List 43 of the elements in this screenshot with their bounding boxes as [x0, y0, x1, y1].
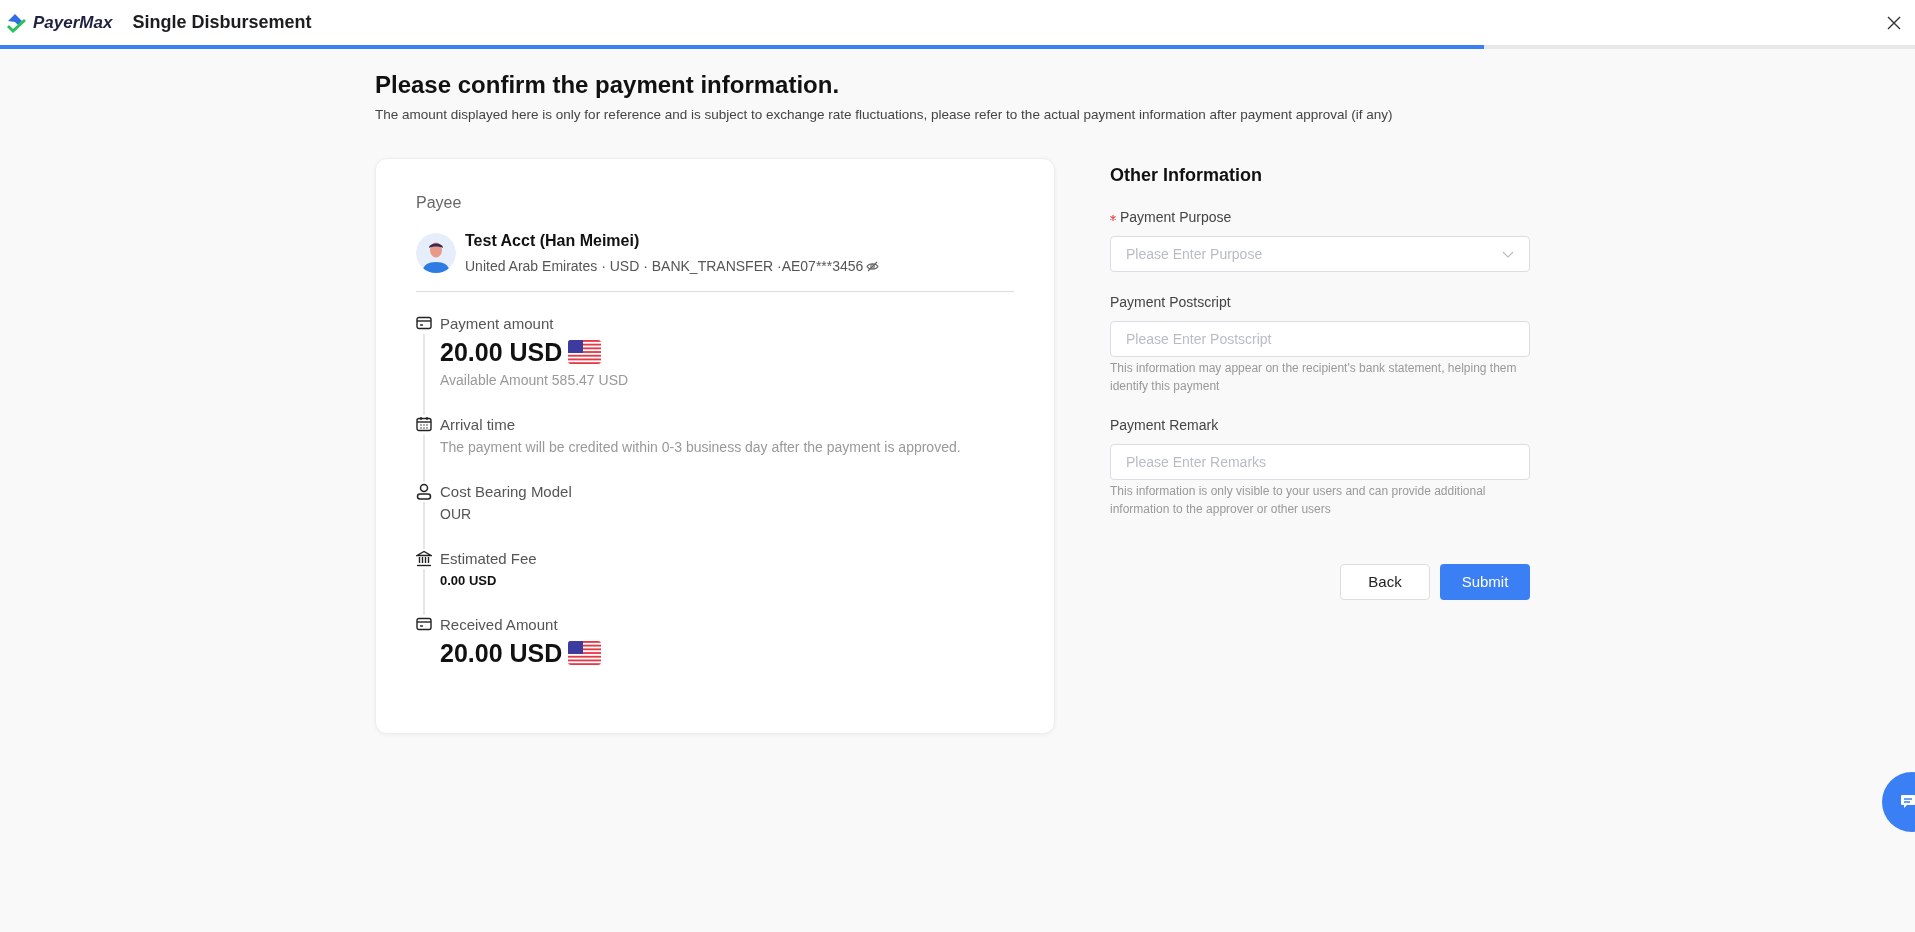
flag-icon — [568, 640, 602, 665]
item-label: Received Amount — [440, 614, 559, 635]
item-label: Arrival time — [440, 415, 516, 436]
item-label: Cost Bearing Model — [440, 482, 572, 503]
card-icon — [416, 616, 432, 631]
back-button[interactable]: Back — [1340, 564, 1430, 601]
payee-name: Test Acct (Han Meimei) — [465, 231, 641, 252]
item-label: Payment amount — [440, 314, 555, 335]
page-title: Please confirm the payment information. — [375, 70, 841, 100]
text-field[interactable]: Please Enter Remarks — [1110, 444, 1530, 481]
required-icon — [1110, 214, 1116, 221]
logo-icon — [6, 11, 28, 34]
item-value: OUR — [440, 505, 473, 525]
purpose-select[interactable]: Please Enter Purpose — [1110, 236, 1530, 273]
payee-label: Payee — [416, 194, 462, 212]
user-icon — [416, 482, 432, 500]
brand-name: PayerMax — [33, 11, 113, 34]
calendar-icon — [416, 416, 432, 433]
available-amount: Available Amount 585.47 USD — [440, 371, 629, 391]
field-help: This information is only visible to your users and can provide additional information to the approver or other users — [1110, 483, 1487, 519]
chevron-down-icon — [1502, 250, 1514, 258]
page-subtitle: The amount displayed here is only for reference and is subject to exchange rate fluctuations, please refer to the actual payment information after payment approval (if any) — [375, 106, 1394, 124]
item-value: 0.00 USD — [440, 572, 498, 591]
item-label: Estimated Fee — [440, 549, 537, 570]
field-label: Payment Postscript — [1110, 293, 1231, 313]
field-help: This information may appear on the recipient's bank statement, helping them identify this payment — [1110, 360, 1518, 396]
card-icon — [416, 316, 432, 331]
section-title: Other Information — [1110, 164, 1263, 188]
flag-icon — [568, 340, 602, 365]
item-value: The payment will be credited within 0-3 business day after the payment is approved. — [440, 438, 961, 458]
window-title: Single Disbursement — [132, 11, 312, 34]
field-label: Payment Remark — [1110, 416, 1219, 436]
bank-icon — [416, 549, 432, 567]
avatar-icon — [416, 233, 456, 274]
close-icon[interactable] — [1887, 15, 1901, 30]
amount-value: 20.00 USD — [440, 637, 563, 669]
chat-icon — [1900, 794, 1915, 810]
eye-slash-icon[interactable] — [866, 261, 880, 273]
field-label: Payment Purpose — [1120, 208, 1232, 228]
payee-details: United Arab Emirates · USD · BANK_TRANSFER ·AE07***3456 — [465, 257, 864, 277]
text-field[interactable]: Please Enter Postscript — [1110, 321, 1530, 358]
submit-button[interactable]: Submit — [1440, 564, 1530, 601]
amount-value: 20.00 USD — [440, 337, 563, 369]
